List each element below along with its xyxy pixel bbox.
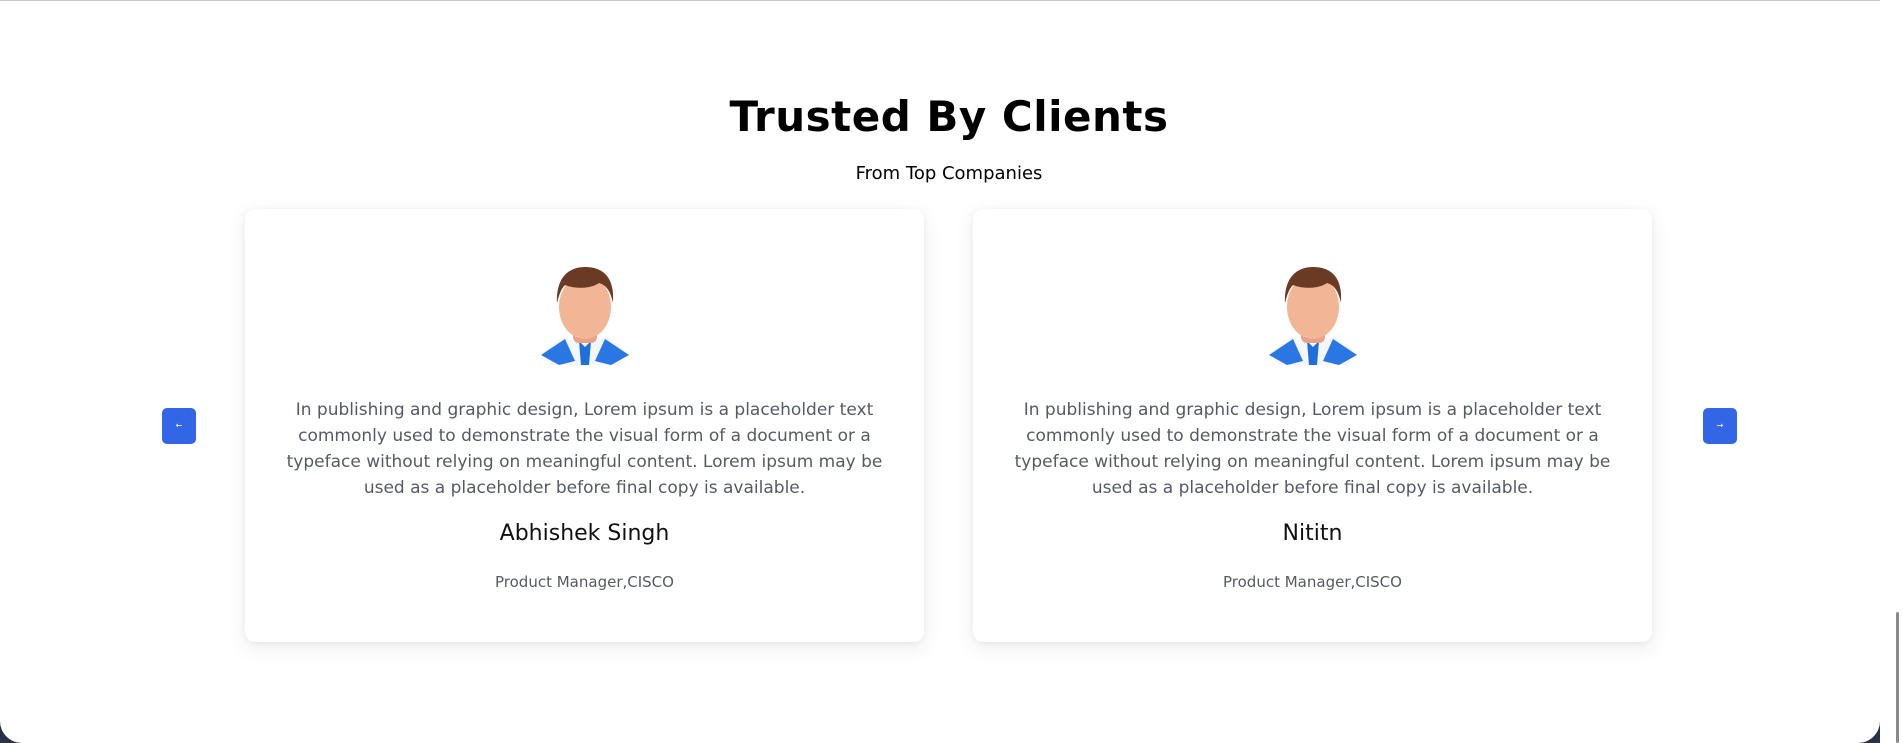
testimonial-card: In publishing and graphic design, Lorem … xyxy=(973,209,1652,642)
client-role: Product Manager,CISCO xyxy=(495,573,674,591)
page: Trusted By Clients From Top Companies ← … xyxy=(0,0,1880,743)
testimonial-card: In publishing and graphic design, Lorem … xyxy=(245,209,924,642)
carousel-prev-button[interactable]: ← xyxy=(162,408,196,444)
businessman-avatar-icon xyxy=(1269,267,1357,365)
client-role: Product Manager,CISCO xyxy=(1223,573,1402,591)
scrollbar-thumb[interactable] xyxy=(1896,612,1899,743)
client-name: Nititn xyxy=(1282,521,1343,546)
testimonial-quote: In publishing and graphic design, Lorem … xyxy=(286,400,883,498)
section-title: Trusted By Clients xyxy=(729,92,1169,141)
client-name: Abhishek Singh xyxy=(499,521,670,546)
top-divider xyxy=(0,0,1880,1)
scrollbar[interactable] xyxy=(1880,0,1904,743)
businessman-avatar-icon xyxy=(541,267,629,365)
testimonial-quote: In publishing and graphic design, Lorem … xyxy=(1014,400,1611,498)
section-subtitle: From Top Companies xyxy=(855,163,1043,184)
carousel-next-button[interactable]: → xyxy=(1703,408,1737,444)
